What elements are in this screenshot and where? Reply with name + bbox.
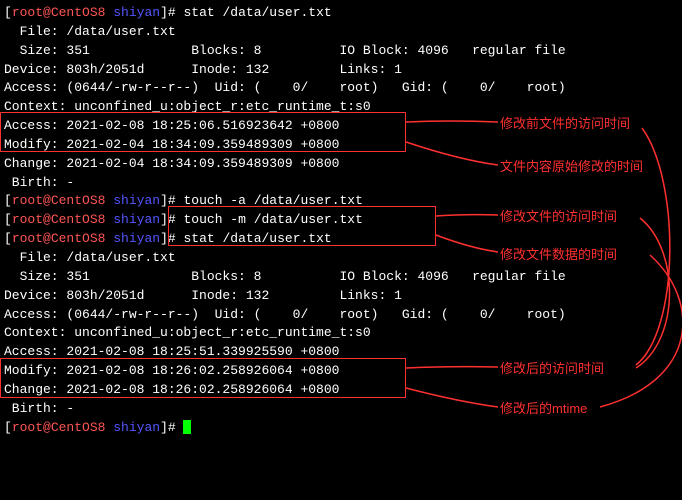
bracket-open: [ <box>4 5 12 20</box>
cmd-stat2: stat /data/user.txt <box>183 231 331 246</box>
prompt-dir: shiyan <box>113 5 160 20</box>
stat1-size: Size: 351 Blocks: 8 IO Block: 4096 regul… <box>4 42 678 61</box>
prompt-line-5[interactable]: [root@CentOS8 shiyan]# <box>4 419 678 438</box>
stat2-access-perm: Access: (0644/-rw-r--r--) Uid: ( 0/ root… <box>4 306 678 325</box>
stat2-context: Context: unconfined_u:object_r:etc_runti… <box>4 324 678 343</box>
stat1-device: Device: 803h/2051d Inode: 132 Links: 1 <box>4 61 678 80</box>
annotation-touch-m: 修改文件数据的时间 <box>500 246 617 265</box>
annotation-after-atime: 修改后的访问时间 <box>500 360 604 379</box>
annotation-before-mtime: 文件内容原始修改的时间 <box>500 158 643 177</box>
cmd-touch-a: touch -a /data/user.txt <box>183 193 362 208</box>
cmd-stat1: stat /data/user.txt <box>183 5 331 20</box>
cursor-icon <box>183 420 191 434</box>
prompt-line-1[interactable]: [root@CentOS8 shiyan]# stat /data/user.t… <box>4 4 678 23</box>
stat2-device: Device: 803h/2051d Inode: 132 Links: 1 <box>4 287 678 306</box>
annotation-touch-a: 修改文件的访问时间 <box>500 208 617 227</box>
annotation-before-atime: 修改前文件的访问时间 <box>500 115 630 134</box>
cmd-touch-m: touch -m /data/user.txt <box>183 212 362 227</box>
stat2-change: Change: 2021-02-08 18:26:02.258926064 +0… <box>4 381 678 400</box>
stat1-modify: Modify: 2021-02-04 18:34:09.359489309 +0… <box>4 136 678 155</box>
stat1-access-perm: Access: (0644/-rw-r--r--) Uid: ( 0/ root… <box>4 79 678 98</box>
stat2-size: Size: 351 Blocks: 8 IO Block: 4096 regul… <box>4 268 678 287</box>
bracket-close: ]# <box>160 5 176 20</box>
stat1-file: File: /data/user.txt <box>4 23 678 42</box>
annotation-after-mtime: 修改后的mtime <box>500 400 587 419</box>
prompt-user: root@CentOS8 <box>12 5 106 20</box>
